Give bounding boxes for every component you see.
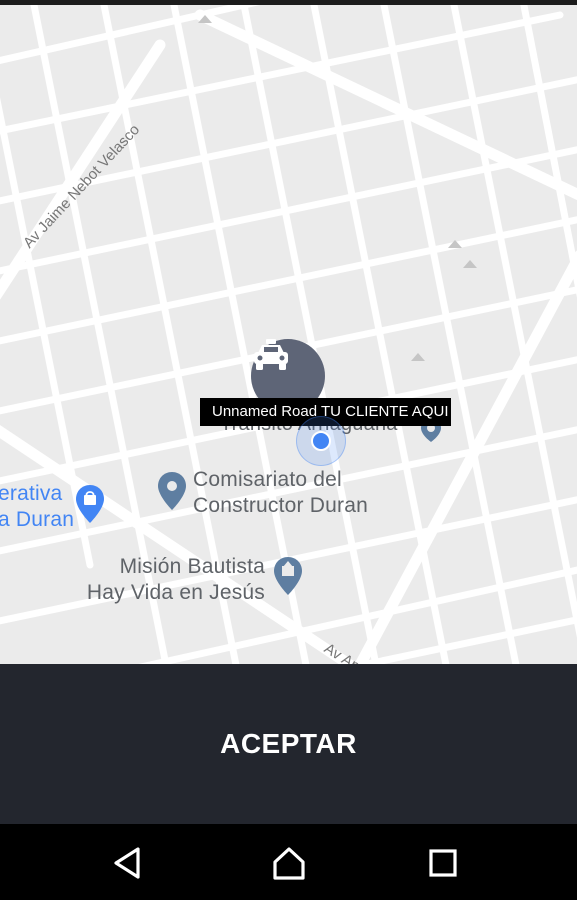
bottom-action-panel: ACEPTAR bbox=[0, 664, 577, 824]
poi-label-comisariato: Comisariato del Constructor Duran bbox=[193, 468, 368, 517]
android-nav-bar bbox=[0, 824, 577, 900]
accept-button[interactable]: ACEPTAR bbox=[0, 664, 577, 824]
map-view[interactable]: Av Jaime Nebot Velasco Av Am Tránsito Ar… bbox=[0, 5, 577, 664]
pin-icon[interactable] bbox=[157, 471, 187, 511]
poi-label-cooperativa: erativa a Duran bbox=[0, 482, 75, 531]
recents-square-icon[interactable] bbox=[418, 838, 468, 888]
church-icon[interactable] bbox=[273, 556, 303, 596]
home-icon[interactable] bbox=[264, 838, 314, 888]
my-location-dot bbox=[311, 431, 331, 451]
poi-label-mision-bautista: Misión Bautista Hay Vida en Jesús bbox=[86, 555, 265, 604]
shopping-bag-icon[interactable] bbox=[75, 484, 105, 524]
taxi-icon bbox=[254, 339, 288, 370]
back-triangle-icon[interactable] bbox=[103, 838, 153, 888]
